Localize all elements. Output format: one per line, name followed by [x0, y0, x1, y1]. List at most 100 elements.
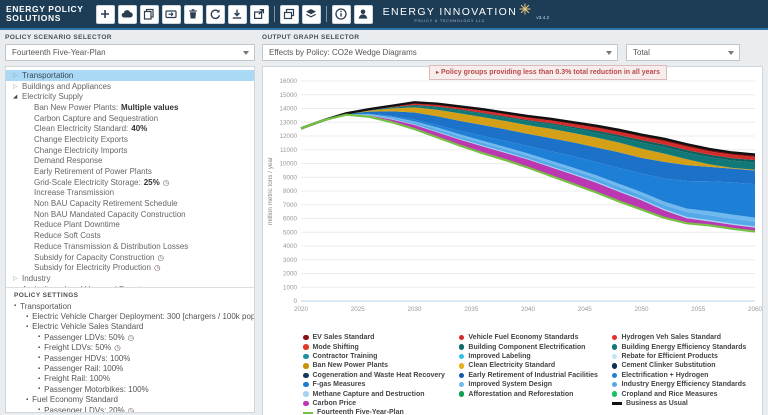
tree-item[interactable]: Carbon Capture and Sequestration [6, 113, 254, 124]
tree-item[interactable]: Change Electricity Imports [6, 145, 254, 156]
policy-setting-item: ▪Freight LDVs: 50%◷ [6, 343, 254, 353]
graph-type-select-value: Effects by Policy: CO2e Wedge Diagrams [269, 48, 417, 57]
tree-item[interactable]: Subsidy for Electricity Production◷ [6, 262, 254, 273]
svg-text:8000: 8000 [283, 188, 298, 195]
graph-type-select[interactable]: Effects by Policy: CO2e Wedge Diagrams [262, 44, 618, 61]
legend-dot-swatch [459, 335, 465, 341]
tree-item-label: Buildings and Appliances [22, 82, 111, 91]
cloud-button[interactable] [118, 5, 137, 24]
add-button[interactable] [96, 5, 115, 24]
legend-label: Vehicle Fuel Economy Standards [468, 334, 578, 341]
policy-setting-item: ▪Transportation [6, 301, 254, 311]
tree-item[interactable]: Demand Response [6, 156, 254, 167]
svg-text:9000: 9000 [283, 174, 298, 181]
tree-item-label: Electricity Supply [22, 92, 83, 101]
header-accent-stripe [0, 28, 768, 30]
tree-item[interactable]: ▷Buildings and Appliances [6, 81, 254, 92]
legend-label: Ban New Power Plants [313, 362, 388, 369]
legend-item: F-gas Measures [303, 380, 445, 389]
svg-text:3000: 3000 [283, 257, 298, 264]
legend-item: Cogeneration and Waste Heat Recovery [303, 371, 445, 380]
policy-settings-heading: POLICY SETTINGS [6, 287, 254, 301]
svg-text:2060: 2060 [748, 306, 762, 313]
download-button[interactable] [228, 5, 247, 24]
toolbar [96, 5, 373, 24]
tree-item[interactable]: Subsidy for Capacity Construction◷ [6, 252, 254, 263]
expand-icon[interactable]: ▷ [13, 275, 22, 282]
svg-text:0: 0 [293, 298, 297, 305]
share-button[interactable] [250, 5, 269, 24]
clock-icon: ◷ [128, 406, 135, 413]
legend-item: Rebate for Efficient Products [612, 352, 746, 361]
tree-item[interactable]: Ban New Power Plants:Multiple values [6, 102, 254, 113]
account-button[interactable] [354, 5, 373, 24]
copy-button[interactable] [140, 5, 159, 24]
right-column: OUTPUT GRAPH SELECTOR Effects by Policy:… [262, 34, 763, 415]
add-icon [98, 7, 112, 21]
tree-item[interactable]: Reduce Plant Downtime [6, 220, 254, 231]
brand-subtitle: POLICY & TECHNOLOGY LLC [383, 19, 518, 23]
legend-dot-swatch [303, 391, 309, 397]
policy-setting-item: ▪Passenger Rail: 100% [6, 363, 254, 373]
undo-button[interactable] [206, 5, 225, 24]
tree-item[interactable]: Change Electricity Exports [6, 134, 254, 145]
policy-tree[interactable]: ▷Transportation▷Buildings and Appliances… [6, 67, 254, 287]
tree-item[interactable]: ◢Electricity Supply [6, 91, 254, 102]
policy-setting-label: Passenger HDVs: 100% [44, 354, 130, 363]
legend-item: Contractor Training [303, 352, 445, 361]
tree-item[interactable]: Grid-Scale Electricity Storage:25%◷ [6, 177, 254, 188]
tree-item[interactable]: Non BAU Mandated Capacity Construction [6, 209, 254, 220]
policy-setting-label: Passenger LDVs: 50% [44, 333, 125, 342]
legend-label: Building Energy Efficiency Standards [621, 344, 746, 351]
rename-button[interactable] [162, 5, 181, 24]
svg-text:14000: 14000 [279, 106, 297, 113]
tree-item[interactable]: ▷Industry [6, 273, 254, 284]
legend-dot-swatch [612, 354, 618, 360]
chevron-down-icon [728, 51, 734, 55]
trash-button[interactable] [184, 5, 203, 24]
layers-button[interactable] [302, 5, 321, 24]
expand-icon[interactable]: ▷ [13, 83, 22, 90]
legend-label: EV Sales Standard [313, 334, 375, 341]
expand-icon[interactable]: ▷ [13, 72, 22, 79]
account-icon [356, 7, 370, 21]
legend-item: Building Component Electrification [459, 342, 598, 351]
policy-setting-item: ▪Passenger LDVs: 50%◷ [6, 332, 254, 342]
policy-setting-label: Passenger LDVs: 20% [44, 406, 125, 413]
legend-dot-swatch [459, 382, 465, 388]
app-window: ENERGY POLICY SOLUTIONS ENERGY INNOVATIO… [0, 0, 768, 415]
tree-item[interactable]: Reduce Transmission & Distribution Losse… [6, 241, 254, 252]
tree-item[interactable]: ▷Transportation [6, 70, 254, 81]
graph-scope-select[interactable]: Total [626, 44, 740, 61]
svg-text:16000: 16000 [279, 78, 297, 85]
tree-item-value: 25% [144, 178, 160, 187]
tree-item-label: Industry [22, 274, 50, 283]
tree-item[interactable]: Non BAU Capacity Retirement Schedule [6, 198, 254, 209]
scenario-select[interactable]: Fourteenth Five-Year-Plan [5, 44, 255, 61]
svg-text:2030: 2030 [407, 306, 422, 313]
collapse-icon[interactable]: ◢ [13, 94, 22, 100]
tree-item[interactable]: Increase Transmission [6, 188, 254, 199]
policy-setting-item: ▪Passenger HDVs: 100% [6, 353, 254, 363]
tree-item-value: Multiple values [121, 103, 178, 112]
tree-item[interactable]: Clean Electricity Standard:40% [6, 123, 254, 134]
compare-button[interactable] [280, 5, 299, 24]
legend-dot-swatch [303, 344, 309, 350]
tree-item[interactable]: Reduce Soft Costs [6, 230, 254, 241]
legend-item: Clean Electricity Standard [459, 361, 598, 370]
svg-text:5000: 5000 [283, 229, 298, 236]
chart-panel: ▸Policy groups providing less than 0.3% … [262, 66, 763, 415]
graph-scope-select-value: Total [633, 48, 650, 57]
clock-icon: ◷ [128, 333, 135, 342]
tree-item-label: Non BAU Mandated Capacity Construction [34, 210, 186, 219]
svg-text:7000: 7000 [283, 202, 298, 209]
policy-panel: ▷Transportation▷Buildings and Appliances… [5, 66, 255, 413]
app-logo: ENERGY POLICY SOLUTIONS [6, 5, 84, 24]
policy-setting-item: ▪Passenger LDVs: 20%◷ [6, 405, 254, 413]
info-button[interactable] [332, 5, 351, 24]
left-column: POLICY SCENARIO SELECTOR Fourteenth Five… [5, 34, 255, 413]
policy-setting-label: Freight LDVs: 50% [44, 343, 111, 352]
legend-item: Vehicle Fuel Economy Standards [459, 333, 598, 342]
expand-icon[interactable]: ▷ [13, 286, 22, 287]
tree-item[interactable]: Early Retirement of Power Plants [6, 166, 254, 177]
